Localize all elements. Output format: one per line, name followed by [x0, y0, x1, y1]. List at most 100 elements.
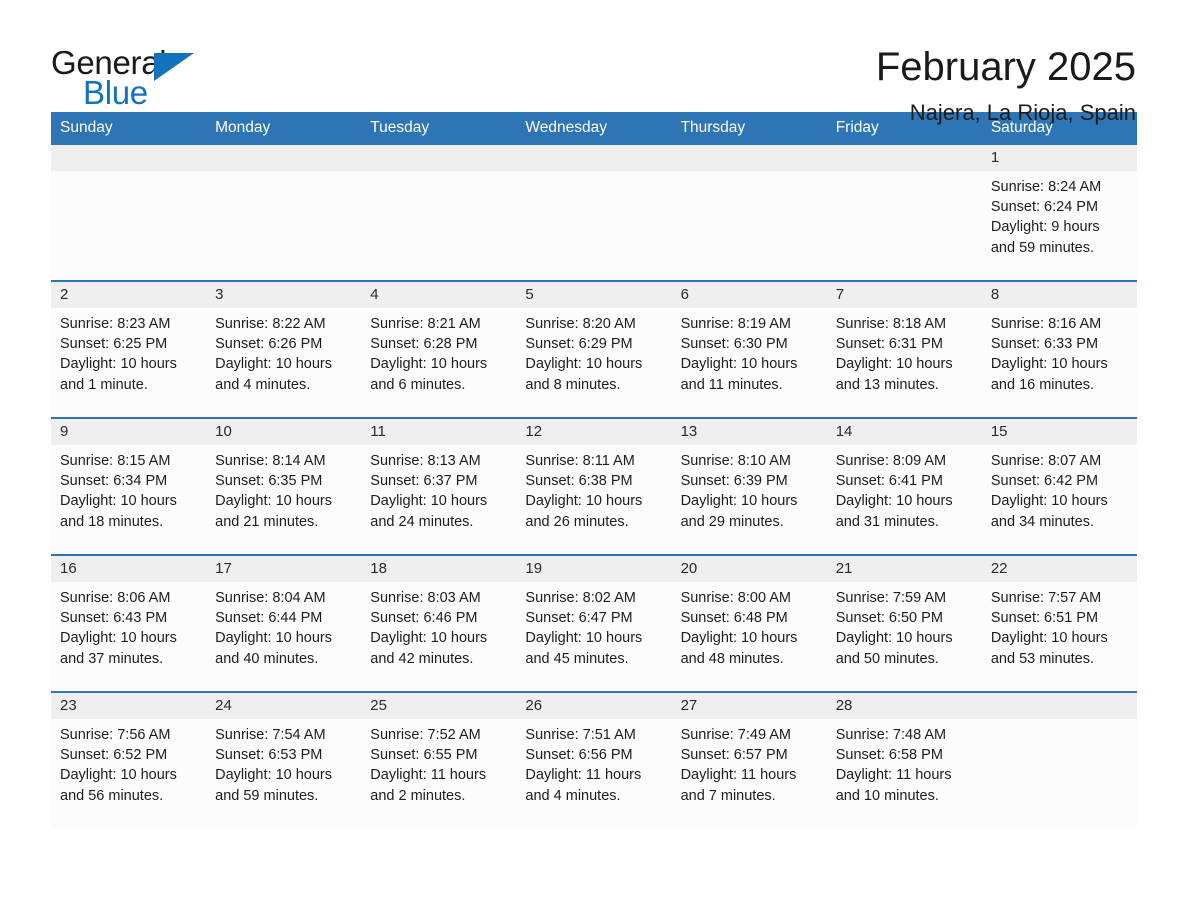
- day-cell-inner: 4 Sunrise: 8:21 AM Sunset: 6:28 PM Daylight…: [361, 282, 517, 417]
- sunset-text: Sunset: 6:30 PM: [680, 336, 788, 353]
- calendar-day-cell[interactable]: 23 Sunrise: 7:56 AM Sunset: 6:52 PM Dayligh…: [51, 691, 207, 828]
- day-cell-inner: 24 Sunrise: 7:54 AM Sunset: 6:53 PM Dayligh…: [206, 693, 362, 828]
- daylight-text-line2: and 59 minutes.: [990, 239, 1095, 256]
- calendar-day-cell[interactable]: 26 Sunrise: 7:51 AM Sunset: 6:56 PM Dayligh…: [516, 691, 672, 828]
- sunset-text: Sunset: 6:38 PM: [525, 473, 633, 490]
- day-number: 5: [516, 282, 672, 308]
- calendar-day-cell[interactable]: 12 Sunrise: 8:11 AM Sunset: 6:38 PM Dayligh…: [516, 417, 672, 555]
- day-details: Sunrise: 8:19 AM Sunset: 6:30 PM Daylight:…: [672, 308, 827, 395]
- sunset-text: Sunset: 6:33 PM: [990, 336, 1099, 353]
- day-details: Sunrise: 8:04 AM Sunset: 6:44 PM Daylight:…: [206, 582, 361, 669]
- day-cell-inner: [361, 145, 517, 280]
- weekday-header-monday: Monday: [206, 112, 362, 145]
- calendar-day-cell[interactable]: 2 Sunrise: 8:23 AM Sunset: 6:25 PM Daylight…: [51, 280, 207, 418]
- daylight-text-line2: and 42 minutes.: [370, 650, 474, 667]
- sunset-text: Sunset: 6:51 PM: [990, 610, 1099, 627]
- sunrise-text: Sunrise: 7:56 AM: [60, 727, 171, 743]
- day-details: Sunrise: 8:20 AM Sunset: 6:29 PM Daylight:…: [516, 308, 671, 395]
- daylight-text-line1: Daylight: 11 hours: [835, 767, 952, 784]
- day-details: Sunrise: 8:15 AM Sunset: 6:34 PM Daylight:…: [51, 445, 206, 532]
- day-number: 25: [361, 693, 517, 719]
- daylight-text-line1: Daylight: 10 hours: [215, 356, 333, 373]
- sunrise-text: Sunrise: 8:21 AM: [370, 316, 481, 332]
- daylight-text-line2: and 26 minutes.: [525, 513, 629, 530]
- logo-text-blue: Blue: [83, 74, 148, 111]
- day-cell-inner: 5 Sunrise: 8:20 AM Sunset: 6:29 PM Daylight…: [516, 282, 672, 417]
- sunset-text: Sunset: 6:28 PM: [370, 336, 478, 353]
- calendar-day-cell[interactable]: 27 Sunrise: 7:49 AM Sunset: 6:57 PM Dayligh…: [671, 691, 827, 828]
- calendar-page: General Blue February 2025 Najera, La Ri…: [0, 0, 1188, 918]
- day-cell-inner: 19 Sunrise: 8:02 AM Sunset: 6:47 PM Dayligh…: [516, 556, 672, 691]
- calendar-day-cell[interactable]: 8 Sunrise: 8:16 AM Sunset: 6:33 PM Daylight…: [981, 280, 1137, 418]
- calendar-day-cell[interactable]: 19 Sunrise: 8:02 AM Sunset: 6:47 PM Dayligh…: [516, 554, 672, 692]
- calendar-day-cell[interactable]: 1 Sunrise: 8:24 AM Sunset: 6:24 PM Daylight…: [981, 145, 1137, 281]
- calendar-week-row: 1 Sunrise: 8:24 AM Sunset: 6:24 PM Daylight…: [51, 145, 1137, 281]
- calendar-day-cell[interactable]: 28 Sunrise: 7:48 AM Sunset: 6:58 PM Dayligh…: [826, 691, 982, 828]
- daylight-text-line2: and 29 minutes.: [680, 513, 784, 530]
- day-cell-inner: 21 Sunrise: 7:59 AM Sunset: 6:50 PM Dayligh…: [826, 556, 982, 691]
- day-number: 20: [671, 556, 827, 582]
- sunrise-text: Sunrise: 8:16 AM: [990, 316, 1102, 332]
- sunrise-text: Sunrise: 8:02 AM: [525, 590, 636, 606]
- day-number: 2: [51, 282, 207, 308]
- calendar-day-cell[interactable]: 7 Sunrise: 8:18 AM Sunset: 6:31 PM Daylight…: [826, 280, 982, 418]
- calendar-week-row: 9 Sunrise: 8:15 AM Sunset: 6:34 PM Daylight…: [51, 417, 1137, 555]
- daylight-text-line1: Daylight: 11 hours: [370, 767, 487, 784]
- day-cell-inner: 27 Sunrise: 7:49 AM Sunset: 6:57 PM Dayligh…: [671, 693, 827, 828]
- day-cell-inner: 9 Sunrise: 8:15 AM Sunset: 6:34 PM Daylight…: [51, 419, 207, 554]
- weekday-header-thursday: Thursday: [671, 112, 827, 145]
- sunrise-text: Sunrise: 7:59 AM: [835, 590, 947, 606]
- day-cell-inner: 23 Sunrise: 7:56 AM Sunset: 6:52 PM Dayligh…: [51, 693, 207, 828]
- daylight-text-line2: and 21 minutes.: [215, 513, 319, 530]
- sunset-text: Sunset: 6:25 PM: [60, 336, 168, 353]
- calendar-day-cell[interactable]: 11 Sunrise: 8:13 AM Sunset: 6:37 PM Dayligh…: [361, 417, 517, 555]
- sunrise-text: Sunrise: 8:22 AM: [215, 316, 326, 332]
- daylight-text-line1: Daylight: 10 hours: [60, 356, 177, 373]
- daylight-text-line2: and 11 minutes.: [680, 376, 783, 393]
- logo-triangle-icon: [154, 53, 194, 81]
- sunset-text: Sunset: 6:50 PM: [835, 610, 943, 627]
- calendar-day-cell[interactable]: 22 Sunrise: 7:57 AM Sunset: 6:51 PM Dayligh…: [981, 554, 1137, 692]
- day-cell-inner: 2 Sunrise: 8:23 AM Sunset: 6:25 PM Daylight…: [51, 282, 207, 417]
- calendar-day-cell[interactable]: 25 Sunrise: 7:52 AM Sunset: 6:55 PM Dayligh…: [361, 691, 517, 828]
- calendar-day-cell[interactable]: 9 Sunrise: 8:15 AM Sunset: 6:34 PM Daylight…: [51, 417, 207, 555]
- daylight-text-line1: Daylight: 10 hours: [680, 356, 798, 373]
- daylight-text-line2: and 24 minutes.: [370, 513, 474, 530]
- daylight-text-line1: Daylight: 10 hours: [525, 356, 643, 373]
- sunset-text: Sunset: 6:26 PM: [215, 336, 323, 353]
- calendar-week-row: 2 Sunrise: 8:23 AM Sunset: 6:25 PM Daylight…: [51, 280, 1137, 418]
- calendar-day-cell[interactable]: 14 Sunrise: 8:09 AM Sunset: 6:41 PM Dayligh…: [826, 417, 982, 555]
- calendar-day-cell[interactable]: 4 Sunrise: 8:21 AM Sunset: 6:28 PM Daylight…: [361, 280, 517, 418]
- day-number: 21: [826, 556, 982, 582]
- calendar-week-row: 23 Sunrise: 7:56 AM Sunset: 6:52 PM Dayligh…: [51, 691, 1137, 828]
- calendar-day-cell[interactable]: 6 Sunrise: 8:19 AM Sunset: 6:30 PM Daylight…: [671, 280, 827, 418]
- day-number: 23: [51, 693, 207, 719]
- calendar-day-cell[interactable]: 24 Sunrise: 7:54 AM Sunset: 6:53 PM Dayligh…: [206, 691, 362, 828]
- day-cell-inner: 20 Sunrise: 8:00 AM Sunset: 6:48 PM Dayligh…: [671, 556, 827, 691]
- calendar-day-cell[interactable]: 17 Sunrise: 8:04 AM Sunset: 6:44 PM Dayligh…: [206, 554, 362, 692]
- daylight-text-line2: and 6 minutes.: [370, 376, 466, 393]
- day-details: Sunrise: 7:49 AM Sunset: 6:57 PM Daylight:…: [672, 719, 827, 806]
- calendar-day-cell[interactable]: 10 Sunrise: 8:14 AM Sunset: 6:35 PM Dayligh…: [206, 417, 362, 555]
- daylight-text-line2: and 8 minutes.: [525, 376, 621, 393]
- calendar-day-cell[interactable]: 18 Sunrise: 8:03 AM Sunset: 6:46 PM Dayligh…: [361, 554, 517, 692]
- calendar-day-cell-empty: [516, 145, 672, 281]
- calendar-body: 1 Sunrise: 8:24 AM Sunset: 6:24 PM Daylight…: [51, 145, 1137, 828]
- day-details: Sunrise: 8:02 AM Sunset: 6:47 PM Daylight:…: [516, 582, 671, 669]
- calendar-day-cell[interactable]: 16 Sunrise: 8:06 AM Sunset: 6:43 PM Dayligh…: [51, 554, 207, 692]
- day-cell-inner: 7 Sunrise: 8:18 AM Sunset: 6:31 PM Daylight…: [826, 282, 982, 417]
- day-cell-inner: 17 Sunrise: 8:04 AM Sunset: 6:44 PM Dayligh…: [206, 556, 362, 691]
- calendar-day-cell[interactable]: 5 Sunrise: 8:20 AM Sunset: 6:29 PM Daylight…: [516, 280, 672, 418]
- day-cell-inner: 15 Sunrise: 8:07 AM Sunset: 6:42 PM Dayligh…: [981, 419, 1137, 554]
- calendar-day-cell[interactable]: 13 Sunrise: 8:10 AM Sunset: 6:39 PM Dayligh…: [671, 417, 827, 555]
- day-number: 4: [361, 282, 517, 308]
- sunset-text: Sunset: 6:31 PM: [835, 336, 943, 353]
- day-details: Sunrise: 8:14 AM Sunset: 6:35 PM Daylight:…: [206, 445, 361, 532]
- sunset-text: Sunset: 6:43 PM: [60, 610, 168, 627]
- day-cell-inner: 28 Sunrise: 7:48 AM Sunset: 6:58 PM Dayligh…: [826, 693, 982, 828]
- calendar-day-cell[interactable]: 15 Sunrise: 8:07 AM Sunset: 6:42 PM Dayligh…: [981, 417, 1137, 555]
- calendar-day-cell[interactable]: 20 Sunrise: 8:00 AM Sunset: 6:48 PM Dayligh…: [671, 554, 827, 692]
- daylight-text-line1: Daylight: 10 hours: [215, 767, 333, 784]
- calendar-day-cell[interactable]: 3 Sunrise: 8:22 AM Sunset: 6:26 PM Daylight…: [206, 280, 362, 418]
- calendar-day-cell[interactable]: 21 Sunrise: 7:59 AM Sunset: 6:50 PM Dayligh…: [826, 554, 982, 692]
